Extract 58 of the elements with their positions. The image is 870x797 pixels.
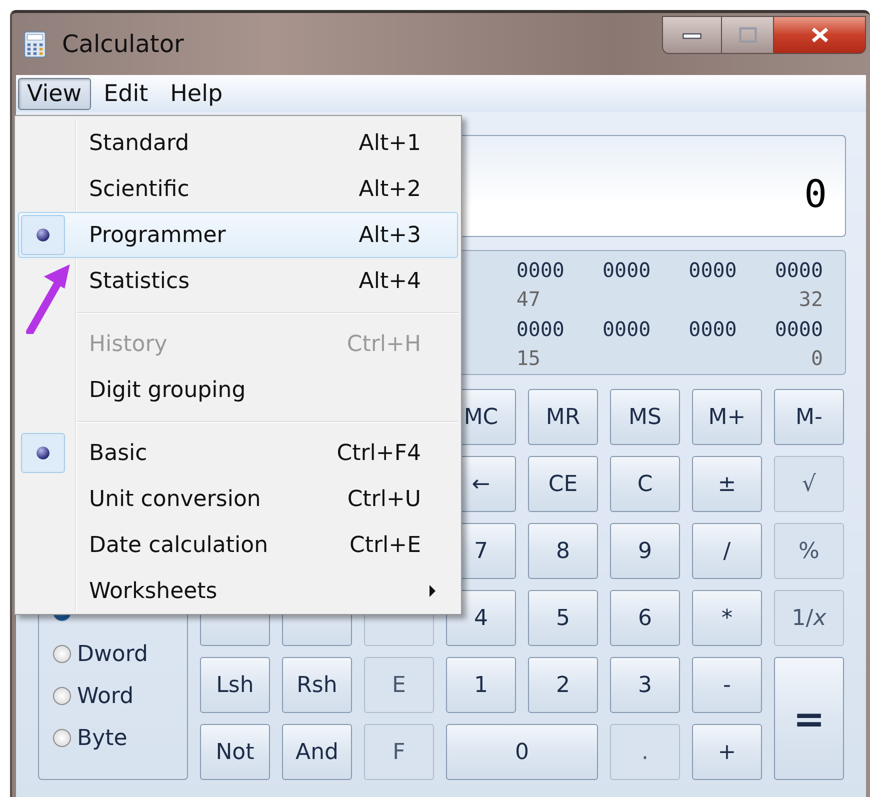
calculator-key[interactable]: * [692, 590, 762, 646]
calculator-key[interactable]: Not [200, 724, 270, 780]
calculator-key[interactable]: - [692, 657, 762, 713]
radio-button[interactable] [53, 687, 71, 705]
calculator-key[interactable]: 1 [446, 657, 516, 713]
menu-bar-item[interactable]: Help [161, 78, 232, 110]
bit-index: 0 [810, 344, 823, 372]
calculator-key[interactable]: 3 [610, 657, 680, 713]
bit-group: 0000 [688, 316, 737, 345]
calculator-key[interactable]: 0 [446, 724, 598, 780]
window-title: Calculator [62, 30, 184, 58]
radio-label[interactable]: Word [77, 684, 134, 708]
menu-item[interactable]: Standard Alt+1 [18, 120, 458, 166]
bit-index: 47 [516, 286, 540, 314]
calculator-key[interactable]: M+ [692, 389, 762, 445]
submenu-arrow-icon [428, 585, 437, 597]
bit-group: 0000 [774, 257, 823, 286]
bit-index: 32 [798, 286, 823, 314]
radio-button[interactable] [53, 645, 71, 663]
bit-group: 0000 [688, 257, 737, 286]
calculator-key[interactable]: 9 [610, 523, 680, 579]
calculator-key[interactable]: / [692, 523, 762, 579]
bit-index: 15 [516, 344, 540, 372]
calculator-key[interactable]: MS [610, 389, 680, 445]
menu-item[interactable]: Programmer Alt+3 [18, 212, 458, 258]
maximize-icon [736, 27, 758, 43]
bit-group: 0000 [774, 316, 823, 345]
calculator-key[interactable]: = [774, 657, 844, 780]
menu-item[interactable]: Scientific Alt+2 [18, 166, 458, 212]
bit-group: 0000 [602, 316, 651, 345]
calculator-key[interactable]: 4 [446, 590, 516, 646]
radio-button[interactable] [53, 729, 71, 747]
calculator-key[interactable]: MR [528, 389, 598, 445]
maximize-button[interactable] [722, 16, 774, 54]
radio-label[interactable]: Dword [77, 642, 148, 666]
calculator-key[interactable]: 8 [528, 523, 598, 579]
menu-bar-item[interactable]: Edit [94, 78, 158, 110]
menu-item[interactable]: Statistics Alt+4 [18, 258, 458, 304]
calculator-icon [24, 30, 46, 58]
calculator-key[interactable]: + [692, 724, 762, 780]
calculator-key[interactable]: 5 [528, 590, 598, 646]
display-value: 0 [804, 172, 827, 216]
calculator-key[interactable]: Rsh [282, 657, 352, 713]
menu-bar-item[interactable]: View [18, 78, 91, 110]
radio-label[interactable]: Byte [77, 726, 128, 750]
calculator-key[interactable]: 6 [610, 590, 680, 646]
bit-group: 0000 [516, 316, 564, 345]
bit-group: 0000 [602, 257, 651, 286]
calculator-key[interactable]: C [610, 456, 680, 512]
bit-group: 0000 [516, 257, 564, 286]
close-button[interactable] [774, 16, 866, 54]
calculator-key[interactable]: CE [528, 456, 598, 512]
calculator-key[interactable]: M- [774, 389, 844, 445]
calculator-key[interactable]: And [282, 724, 352, 780]
calculator-key[interactable]: Lsh [200, 657, 270, 713]
minimize-button[interactable] [662, 16, 722, 54]
calculator-key[interactable]: 2 [528, 657, 598, 713]
calculator-key[interactable]: ± [692, 456, 762, 512]
